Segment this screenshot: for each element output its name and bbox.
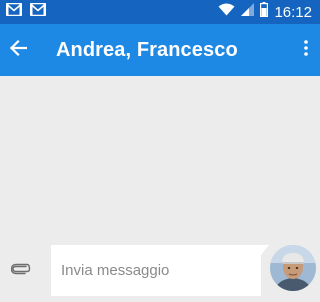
- overflow-menu-button[interactable]: [292, 24, 320, 76]
- paperclip-icon: [10, 262, 31, 280]
- wifi-icon: [218, 3, 235, 21]
- more-vert-icon: [304, 39, 308, 61]
- input-bubble-tail: [261, 245, 269, 255]
- attach-button[interactable]: [8, 258, 34, 284]
- notification-icons: [5, 2, 47, 21]
- battery-icon: [260, 2, 269, 22]
- message-composer: [0, 240, 320, 302]
- status-time: 16:12: [274, 3, 312, 21]
- conversation-title: Andrea, Francesco: [56, 38, 238, 61]
- gmail-icon: [29, 2, 47, 21]
- back-button[interactable]: [0, 24, 38, 76]
- avatar[interactable]: [270, 245, 316, 291]
- gmail-icon: [5, 2, 23, 21]
- app-bar: Andrea, Francesco: [0, 24, 320, 76]
- system-status: 16:12: [218, 2, 312, 22]
- message-list[interactable]: [0, 76, 320, 240]
- status-bar: 16:12: [0, 0, 320, 24]
- signal-icon: [241, 3, 255, 21]
- arrow-back-icon: [9, 39, 28, 62]
- message-input[interactable]: [51, 245, 261, 296]
